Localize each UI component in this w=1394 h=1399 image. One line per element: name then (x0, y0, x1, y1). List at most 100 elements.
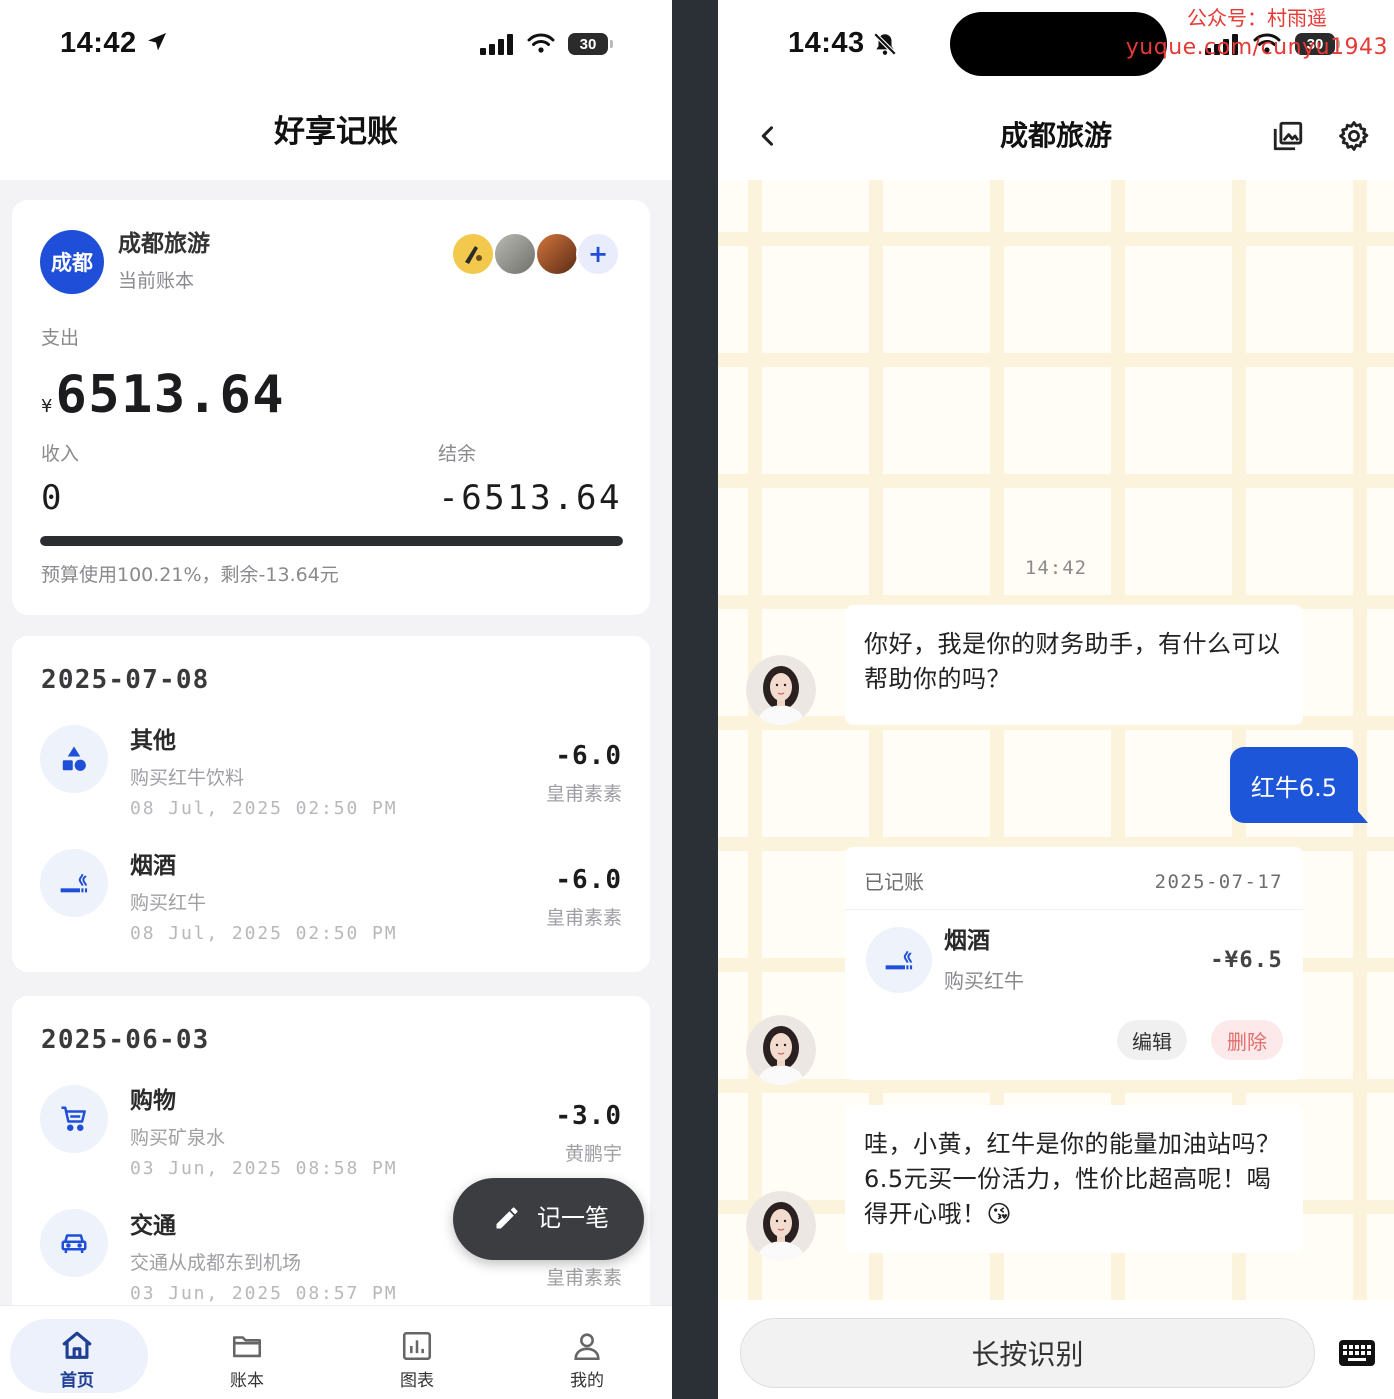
member-avatar[interactable] (451, 232, 495, 276)
member-avatar[interactable] (493, 232, 537, 276)
item-note: 交通从成都东到机场 (130, 1252, 302, 1274)
keyboard-icon[interactable] (1339, 1340, 1375, 1370)
status-time: 14:43 (788, 27, 865, 59)
folder-icon (230, 1329, 264, 1363)
balance-label: 结余 (438, 443, 477, 465)
item-note: 购买红牛饮料 (130, 767, 245, 789)
home-icon (60, 1329, 94, 1363)
day-group: 2025-07-08 其他 购买红牛饮料 08 Jul, 2025 02:50 … (12, 636, 650, 972)
person-icon (570, 1329, 604, 1363)
smoking-icon (866, 927, 932, 993)
item-category: 其他 (130, 728, 176, 754)
expense-amount: ¥ 6513.64 (41, 364, 285, 426)
assistant-avatar[interactable] (746, 1191, 816, 1261)
record-status: 已记账 (864, 870, 924, 894)
item-note: 购买矿泉水 (130, 1127, 226, 1149)
currency-symbol: ¥ (41, 396, 53, 417)
day-group: 2025-06-03 购物 购买矿泉水 03 Jun, 2025 08:58 P… (12, 996, 650, 1336)
pencil-icon (493, 1204, 521, 1236)
wifi-icon (527, 32, 555, 58)
income-value: 0 (41, 478, 64, 518)
record-category: 烟酒 (944, 928, 990, 954)
add-member-button[interactable]: + (576, 232, 620, 276)
status-time: 14:42 (60, 27, 137, 59)
item-category: 购物 (130, 1088, 176, 1114)
nav-label: 账本 (230, 1371, 264, 1391)
battery-level: 30 (579, 35, 597, 53)
expense-value: 6513.64 (55, 365, 286, 425)
item-member: 黄鹏宇 (564, 1143, 622, 1165)
item-category: 烟酒 (130, 853, 176, 879)
item-time: 08 Jul, 2025 02:50 PM (130, 923, 398, 944)
item-note: 购买红牛 (130, 892, 207, 914)
message-line: 6.5元买一份活力，性价比超高呢！喝 (864, 1165, 1272, 1193)
watermark-line-2: yuque.com/cunyu1943 (1125, 35, 1388, 60)
nav-label: 图表 (400, 1371, 434, 1391)
hold-to-speak-button[interactable]: 长按识别 (740, 1318, 1315, 1388)
budget-text: 预算使用100.21%，剩余-13.64元 (41, 564, 339, 586)
book-summary-card[interactable]: 成都 成都旅游 当前账本 + 支出 ¥ 6513.64 收入 结余 0 -651… (12, 200, 650, 615)
nav-item-charts[interactable]: 图表 (347, 1306, 487, 1399)
delete-button[interactable]: 删除 (1211, 1020, 1283, 1060)
bottom-nav: 首页 账本 图表 我的 (0, 1305, 672, 1399)
item-amount: -6.0 (555, 865, 622, 895)
nav-item-home[interactable]: 首页 (7, 1306, 148, 1399)
edit-button[interactable]: 编辑 (1117, 1020, 1187, 1060)
member-avatar[interactable] (535, 232, 579, 276)
record-date: 2025-07-17 (1154, 871, 1283, 893)
assistant-message: 哇，小黄，红牛是你的能量加油站吗？ 6.5元买一份活力，性价比超高呢！喝 得开心… (845, 1105, 1303, 1253)
budget-progress-fill (40, 536, 623, 546)
item-time: 03 Jun, 2025 08:58 PM (130, 1158, 398, 1179)
message-line: 哇，小黄，红牛是你的能量加油站吗？ (864, 1130, 1281, 1158)
assistant-message: 你好，我是你的财务助手，有什么可以 帮助你的吗？ (845, 605, 1303, 725)
chart-icon (400, 1329, 434, 1363)
item-time: 08 Jul, 2025 02:50 PM (130, 798, 398, 819)
balance-value: -6513.64 (438, 478, 622, 518)
record-note: 购买红牛 (944, 969, 1024, 993)
watermark-line-1: 公众号：村雨遥 (1187, 6, 1327, 30)
car-icon (40, 1209, 108, 1277)
group-date: 2025-07-08 (41, 665, 210, 695)
location-arrow-icon (145, 30, 169, 58)
add-record-button[interactable]: 记一笔 (453, 1178, 644, 1260)
item-member: 皇甫素素 (545, 1267, 622, 1289)
image-icon[interactable] (1271, 119, 1305, 157)
book-badge: 成都 (40, 230, 104, 294)
nav-item-profile[interactable]: 我的 (517, 1306, 657, 1399)
input-bar: 长按识别 (718, 1300, 1394, 1399)
record-amount: -¥6.5 (1210, 948, 1283, 973)
chat-screen: 14:43 30 公众号：村雨遥 yuque.com/cunyu1943 成都旅… (718, 0, 1394, 1399)
item-amount: -3.0 (555, 1101, 622, 1131)
assistant-avatar[interactable] (746, 655, 816, 725)
app-title: 好享记账 (274, 114, 398, 150)
home-screen: 14:42 30 好享记账 成都 成都旅游 当前账本 + 支出 ¥ 6513.6… (0, 0, 672, 1399)
book-name: 成都旅游 (118, 231, 210, 257)
gear-icon[interactable] (1337, 119, 1371, 157)
nav-item-books[interactable]: 账本 (177, 1306, 317, 1399)
group-date: 2025-06-03 (41, 1025, 210, 1055)
user-message: 红牛6.5 (1230, 747, 1368, 823)
budget-progress-bar (40, 536, 623, 546)
item-time: 03 Jun, 2025 08:57 PM (130, 1283, 398, 1304)
item-category: 交通 (130, 1213, 176, 1239)
message-line: 帮助你的吗？ (864, 665, 1011, 693)
nav-label: 我的 (570, 1371, 604, 1391)
expense-label: 支出 (41, 327, 80, 349)
chat-timestamp: 14:42 (1024, 557, 1088, 579)
record-card: 已记账 2025-07-17 烟酒 购买红牛 -¥6.5 编辑 删除 (845, 847, 1303, 1080)
item-amount: -6.0 (555, 741, 622, 771)
nav-label: 首页 (60, 1371, 94, 1391)
bell-slash-icon (872, 31, 898, 61)
cart-icon (40, 1085, 108, 1153)
screen-divider (672, 0, 718, 1399)
income-label: 收入 (41, 443, 80, 465)
book-subtitle: 当前账本 (118, 270, 195, 292)
item-member: 皇甫素素 (545, 783, 622, 805)
assistant-avatar[interactable] (746, 1015, 816, 1085)
item-member: 皇甫素素 (545, 907, 622, 929)
battery-icon: 30 (568, 33, 613, 55)
message-line: 你好，我是你的财务助手，有什么可以 (864, 630, 1281, 658)
message-line: 得开心哦！😘 (864, 1200, 1013, 1228)
smoking-icon (40, 849, 108, 917)
signal-icon (480, 33, 514, 59)
